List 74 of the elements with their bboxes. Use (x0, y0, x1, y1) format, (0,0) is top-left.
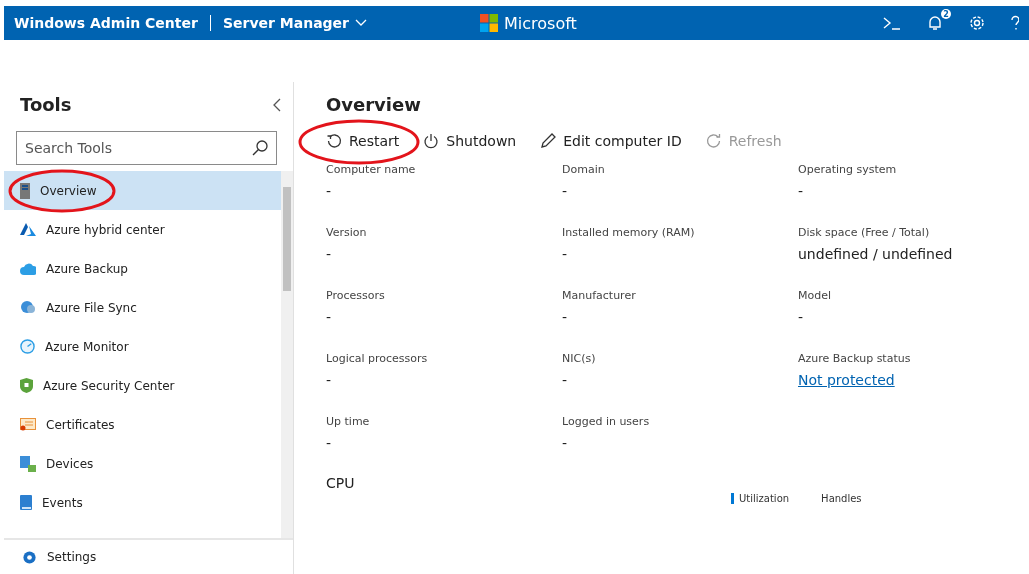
field-label: Computer name (326, 163, 417, 176)
toolbar-button[interactable]: Shutdown (423, 133, 517, 149)
brand-name: Microsoft (504, 13, 577, 33)
toolbar-button[interactable]: Edit computer ID (540, 133, 682, 149)
shield-icon (20, 378, 33, 393)
notification-badge: 2 (941, 9, 951, 19)
settings-icon (22, 549, 37, 565)
chart-tab[interactable]: Handles (813, 493, 862, 504)
tool-item[interactable]: Devices (4, 444, 281, 483)
chevron-down-icon (355, 19, 367, 27)
tool-item[interactable]: Azure File Sync (4, 288, 281, 327)
field-label: Logged in users (562, 415, 651, 428)
settings-label: Settings (47, 550, 97, 564)
field-value: - (562, 183, 569, 199)
field-label: Azure Backup status (798, 352, 912, 365)
microsoft-logo-icon (480, 14, 498, 32)
help-icon[interactable] (1011, 15, 1019, 31)
field-value: - (798, 183, 805, 199)
field-label: NIC(s) (562, 352, 597, 365)
field-value: - (326, 246, 333, 262)
certificate-icon (20, 417, 36, 432)
tool-item[interactable]: Azure hybrid center (4, 210, 281, 249)
cloud-sync-icon (20, 301, 36, 314)
field-value: - (326, 435, 333, 451)
tool-item[interactable]: Events (4, 483, 281, 522)
field-value: - (562, 309, 569, 325)
field-value: - (562, 372, 569, 388)
tool-item[interactable]: Certificates (4, 405, 281, 444)
power-icon (423, 133, 440, 149)
field-value: - (562, 435, 569, 451)
field-value: - (326, 183, 333, 199)
search-icon (252, 140, 268, 156)
page-title: Overview (326, 94, 422, 115)
collapse-chevron-icon[interactable] (273, 97, 281, 112)
field-label: Logical processors (326, 352, 429, 365)
field-value: undefined / undefined (798, 246, 954, 262)
field-label: Disk space (Free / Total) (798, 226, 931, 239)
notifications-icon[interactable] (927, 15, 943, 31)
field-label: Installed memory (RAM) (562, 226, 696, 239)
field-value: - (798, 309, 805, 325)
scrollbar[interactable] (281, 171, 293, 538)
field-value: - (562, 246, 569, 262)
pencil-icon (540, 133, 557, 149)
gauge-icon (20, 339, 35, 354)
field-label: Version (326, 226, 368, 239)
refresh-icon (705, 133, 722, 149)
devices-icon (20, 455, 36, 472)
settings-item[interactable]: Settings (4, 538, 293, 574)
search-field[interactable]: Search Tools (16, 131, 277, 165)
terminal-icon[interactable] (883, 16, 901, 30)
tool-item[interactable]: Overview (4, 171, 281, 210)
field-value: - (326, 372, 333, 388)
app-title: Windows Admin Center (14, 15, 198, 31)
settings-icon[interactable] (969, 15, 985, 31)
restart-icon (326, 133, 342, 149)
field-label: Operating system (798, 163, 898, 176)
field-label: Manufacturer (562, 289, 637, 302)
field-label: Processors (326, 289, 386, 302)
server-icon (20, 182, 30, 199)
tools-title: Tools (20, 94, 72, 115)
chart-tab[interactable]: Utilization (731, 493, 790, 504)
field-label: Model (798, 289, 833, 302)
tool-item[interactable]: Azure Monitor (4, 327, 281, 366)
status-link[interactable]: Not protected (798, 372, 1029, 388)
field-value: - (326, 309, 333, 325)
cloud-icon (20, 262, 36, 275)
server-manager-dropdown[interactable]: Server Manager (222, 15, 367, 31)
book-icon (20, 495, 32, 510)
tool-item[interactable]: Azure Backup (4, 249, 281, 288)
azure-logo-icon (20, 223, 36, 236)
tool-item[interactable]: Azure Security Center (4, 366, 281, 405)
section-title: CPU (326, 475, 356, 491)
field-label: Domain (562, 163, 606, 176)
field-label: Up time (326, 415, 371, 428)
